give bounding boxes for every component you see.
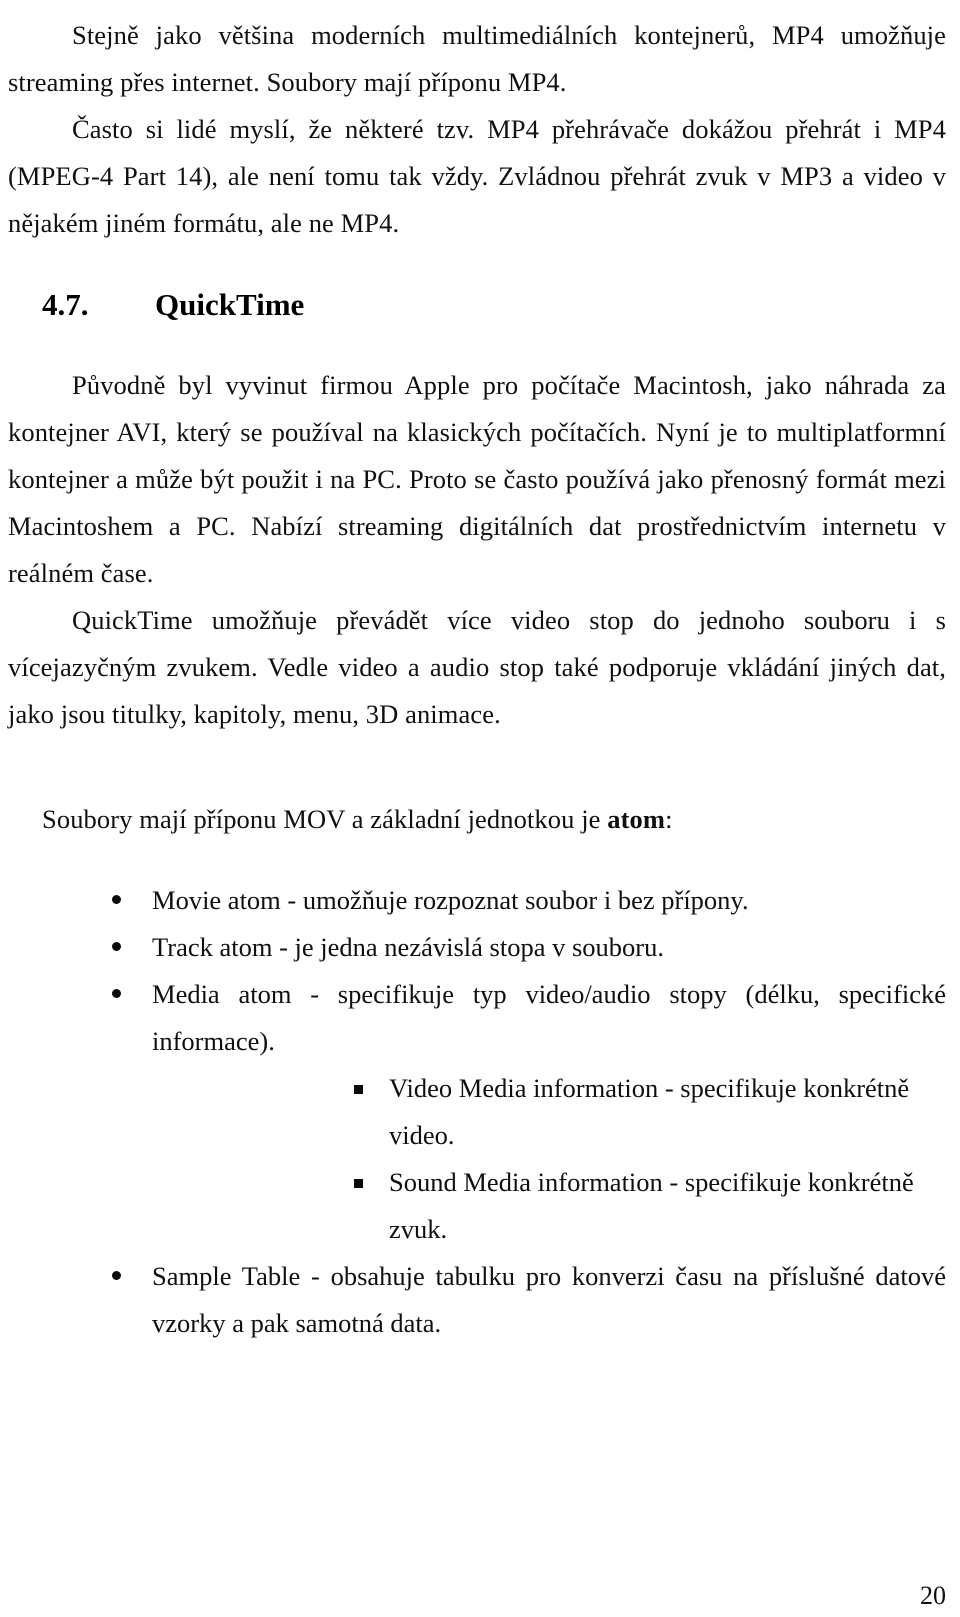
- list-item-label: Movie atom - umožňuje rozpoznat soubor i…: [152, 885, 749, 915]
- bullet-disc-icon: [112, 942, 121, 951]
- bullet-disc-icon: [112, 1271, 121, 1280]
- sub-list-item-label: Video Media information - specifikuje ko…: [389, 1073, 910, 1150]
- list-item: Movie atom - umožňuje rozpoznat soubor i…: [8, 877, 946, 924]
- page-content: Stejně jako většina moderních multimediá…: [8, 0, 946, 1347]
- atom-bullet-list: Movie atom - umožňuje rozpoznat soubor i…: [8, 877, 946, 1347]
- paragraph-quicktime-origin: Původně byl vyvinut firmou Apple pro poč…: [8, 370, 946, 588]
- mov-atom-term: atom: [607, 804, 666, 834]
- sub-list-item-label: Sound Media information - specifikuje ko…: [389, 1167, 914, 1244]
- list-item: Sample Table - obsahuje tabulku pro konv…: [8, 1253, 946, 1347]
- page-number: 20: [920, 1581, 946, 1610]
- section-heading: 4.7. QuickTime: [8, 281, 946, 328]
- list-item-label: Sample Table - obsahuje tabulku pro konv…: [152, 1261, 946, 1338]
- heading-spacer-below: [8, 328, 946, 362]
- bullet-square-icon: [354, 1179, 363, 1188]
- list-item: Media atom - specifikuje typ video/audio…: [8, 971, 946, 1253]
- media-atom-sub-list: Video Media information - specifikuje ko…: [152, 1065, 946, 1253]
- section-heading-title: QuickTime: [155, 287, 305, 322]
- bullet-disc-icon: [112, 895, 121, 904]
- list-item: Track atom - je jedna nezávislá stopa v …: [8, 924, 946, 971]
- atom-intro-spacer: [8, 738, 946, 796]
- document-page: Stejně jako většina moderních multimediá…: [0, 0, 960, 1617]
- heading-spacer-above: [8, 247, 946, 281]
- list-item-label: Track atom - je jedna nezávislá stopa v …: [152, 932, 664, 962]
- list-item-label: Media atom - specifikuje typ video/audio…: [152, 979, 946, 1056]
- paragraph-mov-atom: Soubory mají příponu MOV a základní jedn…: [8, 796, 946, 843]
- paragraph-quicktime-tracks: QuickTime umožňuje převádět více video s…: [8, 605, 946, 729]
- bullet-square-icon: [354, 1085, 363, 1094]
- mov-atom-suffix: :: [665, 804, 673, 834]
- paragraph-mp4-players: Často si lidé myslí, že některé tzv. MP4…: [8, 114, 946, 238]
- bullet-disc-icon: [112, 989, 121, 998]
- section-heading-number: 4.7.: [42, 287, 89, 322]
- top-spacer: [8, 0, 946, 12]
- paragraph-intro-mp4: Stejně jako většina moderních multimediá…: [8, 20, 946, 97]
- sub-list-item: Sound Media information - specifikuje ko…: [152, 1159, 946, 1253]
- mov-atom-prefix: Soubory mají příponu MOV a základní jedn…: [42, 804, 608, 834]
- sub-list-item: Video Media information - specifikuje ko…: [152, 1065, 946, 1159]
